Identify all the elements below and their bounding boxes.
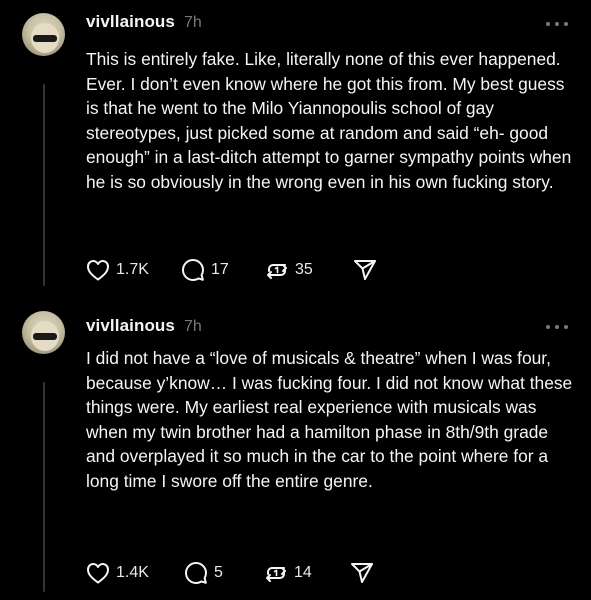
avatar[interactable] <box>22 311 65 354</box>
send-icon <box>351 563 373 583</box>
username[interactable]: vivllainous <box>86 12 175 32</box>
share-button[interactable] <box>353 258 377 282</box>
heart-icon <box>87 260 109 281</box>
speech-bubble-icon <box>182 259 204 281</box>
avatar-glasses <box>33 35 57 42</box>
send-icon <box>354 260 376 280</box>
repost-button[interactable]: 14 <box>264 561 350 585</box>
speech-bubble-icon <box>185 562 207 584</box>
post-body: This is entirely fake. Like, literally n… <box>86 49 572 192</box>
post-body: I did not have a “love of musicals & the… <box>86 348 573 491</box>
thread-line <box>43 382 45 592</box>
post-header: vivllainous 7h <box>86 12 202 34</box>
post-2: vivllainous 7h I did not have a “love of… <box>0 300 591 600</box>
more-dots-icon[interactable] <box>546 14 568 34</box>
avatar-glasses <box>33 333 57 340</box>
like-count: 1.4K <box>116 564 149 581</box>
action-bar: 1.4K 5 14 <box>86 560 374 586</box>
post-1: vivllainous 7h This is entirely fake. Li… <box>0 0 591 300</box>
repost-button[interactable]: 35 <box>265 258 353 282</box>
timestamp: 7h <box>183 318 202 335</box>
share-button[interactable] <box>350 561 374 585</box>
post-header: vivllainous 7h <box>86 316 202 338</box>
repost-count: 14 <box>294 564 312 581</box>
repost-arrows-icon <box>267 264 287 279</box>
reply-button[interactable]: 17 <box>181 258 265 282</box>
repost-count: 35 <box>295 261 313 278</box>
username[interactable]: vivllainous <box>86 316 175 336</box>
more-dots-icon[interactable] <box>546 317 568 337</box>
repost-arrows-icon <box>266 567 286 582</box>
like-count: 1.7K <box>116 261 149 278</box>
action-bar: 1.7K 17 35 <box>86 257 377 283</box>
like-button[interactable]: 1.4K <box>86 562 184 584</box>
reply-count: 5 <box>214 564 223 581</box>
thread-line <box>43 84 45 286</box>
reply-button[interactable]: 5 <box>184 561 264 585</box>
timestamp: 7h <box>183 14 202 31</box>
avatar[interactable] <box>22 13 65 56</box>
like-button[interactable]: 1.7K <box>86 259 181 281</box>
reply-count: 17 <box>211 261 229 278</box>
heart-icon <box>87 563 109 584</box>
